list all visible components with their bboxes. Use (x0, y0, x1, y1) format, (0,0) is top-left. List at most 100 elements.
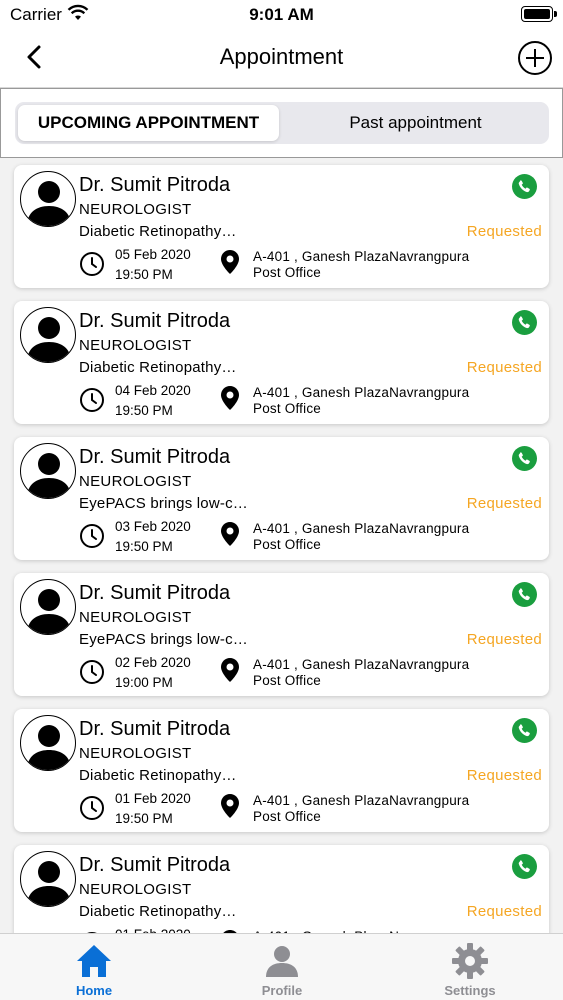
address-line-2: Post Office (253, 265, 321, 280)
tab-settings-label: Settings (444, 983, 496, 998)
call-button[interactable] (512, 310, 537, 335)
status-badge: Requested (466, 359, 542, 376)
phone-icon (518, 588, 530, 601)
tab-upcoming-appointment[interactable]: UPCOMING APPOINTMENT (18, 105, 279, 141)
location-pin-icon (221, 386, 239, 410)
appointment-time: 19:50 PM (115, 539, 173, 554)
avatar (20, 851, 76, 907)
call-button[interactable] (512, 174, 537, 199)
clock-icon (80, 388, 104, 412)
status-badge: Requested (466, 495, 542, 512)
address-line-1: A-401 , Ganesh PlazaNavrangpura (253, 521, 470, 536)
appointment-card[interactable]: Dr. Sumit Pitroda NEUROLOGIST Diabetic R… (14, 709, 549, 832)
navigation-bar: Appointment (0, 30, 563, 88)
appointment-time: 19:00 PM (115, 675, 173, 690)
appointment-card[interactable]: Dr. Sumit Pitroda NEUROLOGIST Diabetic R… (14, 301, 549, 424)
avatar (20, 443, 76, 499)
doctor-name: Dr. Sumit Pitroda (79, 718, 231, 740)
status-badge: Requested (466, 767, 542, 784)
appointment-card[interactable]: Dr. Sumit Pitroda NEUROLOGIST EyePACS br… (14, 573, 549, 696)
phone-icon (518, 860, 530, 873)
call-button[interactable] (512, 446, 537, 471)
gear-icon (452, 943, 488, 979)
address-line-1: A-401 , Ganesh PlazaNavrangpura (253, 657, 470, 672)
person-icon (27, 725, 71, 770)
phone-icon (518, 452, 530, 465)
appointment-address: A-401 , Ganesh PlazaNavrangpura Post Off… (253, 793, 469, 825)
tab-home[interactable]: Home (0, 934, 188, 1000)
person-icon (27, 181, 71, 226)
person-icon (27, 589, 71, 634)
appointment-description: EyePACS brings low-c… (79, 495, 248, 512)
location-pin-icon (221, 250, 239, 274)
address-line-2: Post Office (253, 537, 321, 552)
clock-icon (80, 524, 104, 548)
address-line-1: A-401 , Ganesh PlazaNavrangpura (253, 793, 470, 808)
appointment-description: EyePACS brings low-c… (79, 631, 248, 648)
doctor-name: Dr. Sumit Pitroda (79, 310, 231, 332)
tab-past-appointment[interactable]: Past appointment (285, 105, 546, 141)
status-badge: Requested (466, 631, 542, 648)
appointment-address: A-401 , Ganesh PlazaNavrangpura Post Off… (253, 249, 469, 281)
segment-container: UPCOMING APPOINTMENT Past appointment (0, 88, 563, 158)
doctor-name: Dr. Sumit Pitroda (79, 854, 231, 876)
doctor-specialty: NEUROLOGIST (79, 881, 192, 898)
appointment-time: 19:50 PM (115, 267, 173, 282)
battery-icon (521, 6, 557, 22)
avatar (20, 579, 76, 635)
appointment-card[interactable]: Dr. Sumit Pitroda NEUROLOGIST Diabetic R… (14, 845, 549, 933)
appointment-address: A-401 , Ganesh PlazaNavrangpura Post Off… (253, 385, 469, 417)
address-line-2: Post Office (253, 401, 321, 416)
appointment-date: 02 Feb 2020 (115, 655, 191, 670)
appointment-description: Diabetic Retinopathy… (79, 223, 237, 240)
person-icon (266, 946, 298, 977)
clock-icon (80, 252, 104, 276)
appointment-description: Diabetic Retinopathy… (79, 903, 237, 920)
phone-icon (518, 724, 530, 737)
call-button[interactable] (512, 854, 537, 879)
appointment-time: 19:50 PM (115, 403, 173, 418)
tab-home-label: Home (75, 983, 113, 998)
tab-profile[interactable]: Profile (188, 934, 376, 1000)
phone-icon (518, 180, 530, 193)
doctor-specialty: NEUROLOGIST (79, 473, 192, 490)
status-time: 9:01 AM (249, 5, 314, 24)
appointment-card[interactable]: Dr. Sumit Pitroda NEUROLOGIST Diabetic R… (14, 165, 549, 288)
address-line-2: Post Office (253, 809, 321, 824)
appointment-description: Diabetic Retinopathy… (79, 359, 237, 376)
status-bar: Carrier 9:01 AM (0, 0, 563, 30)
location-pin-icon (221, 794, 239, 818)
phone-icon (518, 316, 530, 329)
appointment-time: 19:50 PM (115, 811, 173, 826)
segmented-control: UPCOMING APPOINTMENT Past appointment (15, 102, 549, 144)
person-icon (27, 453, 71, 498)
status-badge: Requested (466, 903, 542, 920)
clock-icon (80, 796, 104, 820)
tab-bar: Home Profile Settings (0, 933, 563, 1000)
appointment-address: A-401 , Ganesh PlazaNavrangpura Post Off… (253, 657, 469, 689)
appointment-list[interactable]: Dr. Sumit Pitroda NEUROLOGIST Diabetic R… (0, 158, 563, 933)
appointment-description: Diabetic Retinopathy… (79, 767, 237, 784)
add-appointment-button[interactable] (517, 40, 553, 76)
home-icon (77, 945, 111, 977)
location-pin-icon (221, 522, 239, 546)
doctor-name: Dr. Sumit Pitroda (79, 582, 231, 604)
avatar (20, 307, 76, 363)
status-badge: Requested (466, 223, 542, 240)
doctor-specialty: NEUROLOGIST (79, 337, 192, 354)
tab-profile-label: Profile (261, 983, 303, 998)
appointment-date: 04 Feb 2020 (115, 383, 191, 398)
appointment-card[interactable]: Dr. Sumit Pitroda NEUROLOGIST EyePACS br… (14, 437, 549, 560)
doctor-specialty: NEUROLOGIST (79, 609, 192, 626)
person-icon (27, 317, 71, 362)
call-button[interactable] (512, 718, 537, 743)
appointment-date: 05 Feb 2020 (115, 247, 191, 262)
call-button[interactable] (512, 582, 537, 607)
address-line-2: Post Office (253, 673, 321, 688)
tab-settings[interactable]: Settings (376, 934, 563, 1000)
page-title: Appointment (219, 44, 344, 69)
address-line-1: A-401 , Ganesh PlazaNavrangpura (253, 249, 470, 264)
doctor-specialty: NEUROLOGIST (79, 201, 192, 218)
appointment-date: 01 Feb 2020 (115, 791, 191, 806)
appointment-date: 03 Feb 2020 (115, 519, 191, 534)
